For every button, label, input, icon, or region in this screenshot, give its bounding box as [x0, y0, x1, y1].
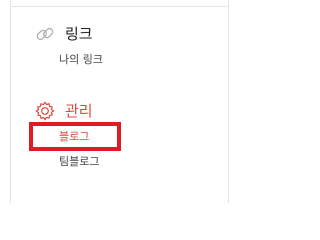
- sidebar-header-manage-label: 관리: [65, 101, 93, 120]
- link-icon: [36, 27, 54, 41]
- sidebar-header-link-label: 링크: [65, 24, 93, 43]
- sidebar-item-blog[interactable]: 블로그: [59, 130, 89, 144]
- sidebar-header-manage[interactable]: 관리: [34, 97, 93, 125]
- gear-icon: [35, 101, 55, 121]
- sidebar-item-team-blog[interactable]: 팀블로그: [59, 155, 99, 169]
- section-divider: [10, 6, 229, 7]
- sidebar-item-my-links[interactable]: 나의 링크: [59, 53, 103, 67]
- sidebar-header-link[interactable]: 링크: [34, 20, 93, 48]
